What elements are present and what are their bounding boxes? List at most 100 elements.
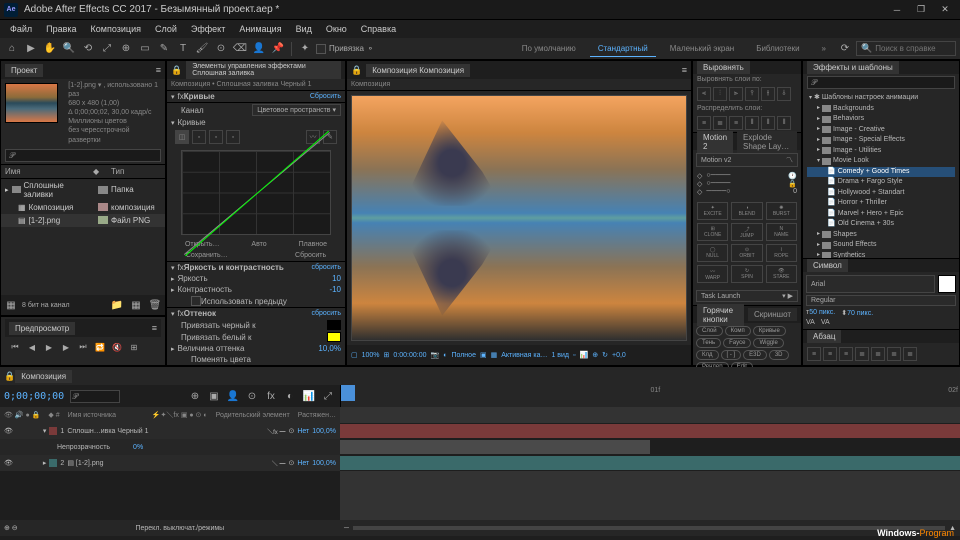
project-item-folder[interactable]: ▸ Сплошные заливки Папка xyxy=(1,179,165,201)
anchor-tool-icon[interactable]: ⊕ xyxy=(118,41,134,57)
text-tool-icon[interactable]: T xyxy=(175,41,191,57)
font-dropdown[interactable]: Arial xyxy=(806,275,935,293)
col-name[interactable]: Имя xyxy=(5,167,93,176)
dist-5-icon[interactable]: ⦀ xyxy=(761,116,775,130)
project-tab[interactable]: Проект xyxy=(5,64,43,77)
menu-window[interactable]: Окно xyxy=(320,22,353,36)
para-right-icon[interactable]: ≡ xyxy=(839,347,853,361)
menu-effect[interactable]: Эффект xyxy=(185,22,231,36)
curve-open-button[interactable]: Открыть… xyxy=(185,241,220,248)
timecode[interactable]: 0;00;00;00 xyxy=(4,391,64,402)
mo2-clone[interactable]: ⊞CLONE xyxy=(697,223,728,241)
tint-swap-button[interactable]: Поменять цвета xyxy=(191,355,251,364)
font-size[interactable]: 50 пикс. xyxy=(809,309,835,316)
align-vcenter-icon[interactable]: ⫲ xyxy=(761,87,775,101)
pill-wiggle[interactable]: Wiggle xyxy=(753,338,783,348)
green-channel-icon[interactable]: ▫ xyxy=(209,130,223,144)
visibility-toggle[interactable]: 👁 xyxy=(4,459,13,467)
lock-mini-icon[interactable]: 🔒 xyxy=(788,180,797,188)
dist-1-icon[interactable]: ≡ xyxy=(697,116,711,130)
project-item-comp[interactable]: ▦ Композиция композиция xyxy=(1,201,165,214)
view3-icon[interactable]: ⊕ xyxy=(592,351,598,359)
sync-icon[interactable]: ⟳ xyxy=(837,41,853,57)
motion2-tab[interactable]: Motion 2 xyxy=(697,131,733,153)
rgb-channel-icon[interactable]: ◫ xyxy=(175,130,189,144)
mo2-orbit[interactable]: ⊙ORBIT xyxy=(731,244,762,262)
rect-tool-icon[interactable]: ▭ xyxy=(137,41,153,57)
viewer-tab[interactable]: Композиция Композиция xyxy=(366,64,470,77)
tint-black-color[interactable] xyxy=(327,320,341,330)
para-center-icon[interactable]: ≡ xyxy=(823,347,837,361)
first-frame-icon[interactable]: ⏮ xyxy=(8,340,22,354)
snap-checkbox[interactable] xyxy=(316,44,326,54)
minimize-button[interactable]: ─ xyxy=(886,2,908,18)
timeline-zoom-slider[interactable] xyxy=(353,526,945,530)
mo2-null[interactable]: ◯NULL xyxy=(697,244,728,262)
tl-shy-icon[interactable]: 👤 xyxy=(225,388,241,404)
toggle-switches[interactable]: Перекл. выключат./режимы xyxy=(135,525,224,532)
curve-reset-button[interactable]: Сбросить xyxy=(295,252,326,259)
playhead-icon[interactable] xyxy=(341,385,355,401)
pill-comp[interactable]: Комп xyxy=(725,326,751,336)
tree-root[interactable]: ▾✱ Шаблоны настроек анимации xyxy=(807,93,955,104)
workspace-libs[interactable]: Библиотеки xyxy=(748,41,807,57)
tree-preset[interactable]: 📄Drama + Fargo Style xyxy=(807,177,955,188)
curves-graph[interactable] xyxy=(181,150,331,235)
roto-tool-icon[interactable]: 👤 xyxy=(251,41,267,57)
align-hcenter-icon[interactable]: ⫶ xyxy=(713,87,727,101)
blue-channel-icon[interactable]: ▫ xyxy=(226,130,240,144)
workspace-small[interactable]: Маленький экран xyxy=(662,41,742,57)
lock-icon[interactable]: 🔒 xyxy=(171,65,182,76)
help-search-input[interactable] xyxy=(875,44,945,53)
prop-bar[interactable] xyxy=(340,440,650,454)
views-dropdown[interactable]: 1 вид xyxy=(551,352,569,359)
mo2-name[interactable]: NNAME xyxy=(766,223,797,241)
slider-2[interactable]: ○──── xyxy=(706,180,730,188)
para-left-icon[interactable]: ≡ xyxy=(807,347,821,361)
zoom-value[interactable]: 100% xyxy=(362,352,380,359)
colorspace-dropdown[interactable]: Цветовое пространств ▾ xyxy=(252,104,341,116)
tree-folder[interactable]: ▸Shapes xyxy=(807,230,955,241)
dist-2-icon[interactable]: ≣ xyxy=(713,116,727,130)
bpc-button[interactable]: 8 бит на канал xyxy=(22,297,70,313)
interpret-icon[interactable]: ▦ xyxy=(3,297,19,313)
transparency-icon[interactable]: ▦ xyxy=(491,351,498,359)
tree-preset[interactable]: 📄Horror + Thriller xyxy=(807,198,955,209)
label-swatch[interactable] xyxy=(98,186,108,194)
preview-tab[interactable]: Предпросмотр xyxy=(9,322,75,335)
home-icon[interactable]: ⌂ xyxy=(4,41,20,57)
workspace-more-icon[interactable]: » xyxy=(814,41,834,57)
maximize-button[interactable]: ❐ xyxy=(910,2,932,18)
menu-help[interactable]: Справка xyxy=(355,22,402,36)
leading[interactable]: 70 пикс. xyxy=(847,310,873,317)
layer-stretch[interactable]: 100,0% xyxy=(312,460,336,467)
mo2-stare[interactable]: 👁STARE xyxy=(766,265,797,283)
timeline-search[interactable] xyxy=(70,390,120,403)
tree-folder[interactable]: ▸Synthetics xyxy=(807,251,955,259)
layer-parent[interactable]: Нет xyxy=(297,460,309,467)
workspace-default[interactable]: По умолчанию xyxy=(514,41,584,57)
menu-edit[interactable]: Правка xyxy=(40,22,82,36)
orbit-tool-icon[interactable]: ⟲ xyxy=(80,41,96,57)
pill-e3d[interactable]: E3D xyxy=(743,350,767,360)
brightness-value[interactable]: 10 xyxy=(332,274,341,283)
tl-graph-icon[interactable]: 📊 xyxy=(301,388,317,404)
project-search-input[interactable] xyxy=(5,149,161,162)
pill-fayce[interactable]: Fayce xyxy=(723,338,751,348)
opacity-value[interactable]: 0% xyxy=(133,444,143,451)
view1-icon[interactable]: ▫ xyxy=(573,352,575,359)
channel-icon[interactable]: ◐ xyxy=(443,352,447,359)
red-channel-icon[interactable]: ▫ xyxy=(192,130,206,144)
task-launch-dropdown[interactable]: Task Launch▾ ▶ xyxy=(696,290,798,302)
dist-3-icon[interactable]: ≡ xyxy=(729,116,743,130)
tree-preset-comedy[interactable]: 📄Comedy + Good Times xyxy=(807,167,955,178)
contrast-value[interactable]: -10 xyxy=(329,285,341,294)
menu-view[interactable]: Вид xyxy=(290,22,318,36)
tint-effect-title[interactable]: Оттенок xyxy=(184,309,312,318)
kerning[interactable]: VA xyxy=(806,319,815,326)
tree-preset[interactable]: 📄Hollywood + Standart xyxy=(807,188,955,199)
tl-toggle-icon[interactable]: ⊕ ⊖ xyxy=(4,524,18,532)
local-axis-icon[interactable]: ✦ xyxy=(297,41,313,57)
panel-menu-icon[interactable]: ≡ xyxy=(152,323,157,333)
anchor-br-icon[interactable]: ◇ xyxy=(697,188,702,196)
